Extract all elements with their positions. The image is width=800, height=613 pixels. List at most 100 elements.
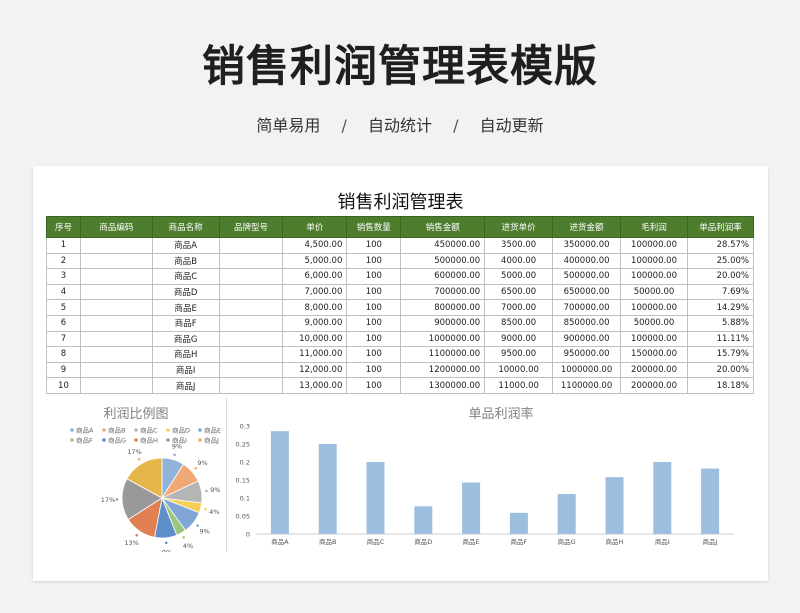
table-cell[interactable]: 200000.00 bbox=[620, 377, 688, 394]
table-cell[interactable]: 650000.00 bbox=[552, 283, 622, 301]
table-cell[interactable]: 5000.00 bbox=[484, 268, 554, 285]
table-cell[interactable]: 28.57% bbox=[687, 237, 754, 254]
table-cell[interactable]: 18.18% bbox=[687, 377, 754, 394]
table-cell[interactable]: 1300000.00 bbox=[400, 377, 486, 394]
table-cell[interactable]: 100 bbox=[346, 299, 402, 316]
table-cell[interactable]: 5,000.00 bbox=[282, 252, 348, 270]
table-cell[interactable] bbox=[79, 361, 153, 379]
table-cell[interactable]: 20.00% bbox=[687, 361, 754, 379]
table-cell[interactable]: 100000.00 bbox=[620, 299, 688, 316]
table-cell[interactable]: 商品A bbox=[151, 237, 220, 254]
table-cell[interactable]: 商品J bbox=[151, 377, 220, 394]
table-cell[interactable] bbox=[218, 299, 284, 316]
table-cell[interactable]: 14.29% bbox=[687, 299, 754, 316]
table-cell[interactable]: 350000.00 bbox=[552, 237, 622, 254]
table-cell[interactable] bbox=[218, 361, 284, 379]
table-cell[interactable]: 10,000.00 bbox=[282, 330, 348, 348]
table-cell[interactable] bbox=[79, 346, 153, 363]
table-cell[interactable]: 7 bbox=[46, 330, 81, 348]
profit-ratio-chart[interactable]: 利润比例图 商品A 商品B 商品C 商品D 商品E 商品F 商品G 商品H 商品I 商品J 9% 9% 9… bbox=[46, 398, 227, 556]
table-cell[interactable] bbox=[79, 252, 153, 270]
table-cell[interactable]: 1 bbox=[46, 237, 81, 254]
table-cell[interactable]: 13,000.00 bbox=[282, 377, 348, 394]
table-cell[interactable] bbox=[218, 252, 284, 270]
table-cell[interactable]: 800000.00 bbox=[400, 299, 486, 316]
table-cell[interactable]: 10 bbox=[46, 377, 81, 394]
table-cell[interactable]: 500000.00 bbox=[552, 268, 622, 285]
table-cell[interactable]: 3 bbox=[46, 268, 81, 285]
table-cell[interactable]: 6 bbox=[46, 314, 81, 332]
column-header[interactable]: 进货金额 bbox=[552, 216, 622, 238]
table-cell[interactable]: 商品D bbox=[151, 283, 220, 301]
table-cell[interactable]: 100 bbox=[346, 252, 402, 270]
table-cell[interactable]: 700000.00 bbox=[400, 283, 486, 301]
table-cell[interactable] bbox=[218, 377, 284, 394]
table-cell[interactable]: 100 bbox=[346, 330, 402, 348]
table-cell[interactable] bbox=[79, 283, 153, 301]
table-cell[interactable]: 1200000.00 bbox=[400, 361, 486, 379]
table-cell[interactable]: 商品G bbox=[151, 330, 220, 348]
table-cell[interactable]: 3500.00 bbox=[484, 237, 554, 254]
table-cell[interactable] bbox=[218, 237, 284, 254]
column-header[interactable]: 进货单价 bbox=[484, 216, 554, 238]
table-cell[interactable]: 900000.00 bbox=[552, 330, 622, 348]
table-cell[interactable]: 8500.00 bbox=[484, 314, 554, 332]
table-cell[interactable]: 700000.00 bbox=[552, 299, 622, 316]
column-header[interactable]: 单品利润率 bbox=[687, 216, 754, 238]
table-cell[interactable]: 100000.00 bbox=[620, 330, 688, 348]
table-cell[interactable] bbox=[79, 237, 153, 254]
column-header[interactable]: 品牌型号 bbox=[218, 216, 284, 238]
table-cell[interactable]: 50000.00 bbox=[620, 283, 688, 301]
table-cell[interactable]: 4 bbox=[46, 283, 81, 301]
table-cell[interactable]: 100000.00 bbox=[620, 252, 688, 270]
table-cell[interactable]: 5 bbox=[46, 299, 81, 316]
table-cell[interactable]: 100 bbox=[346, 377, 402, 394]
table-cell[interactable]: 商品I bbox=[151, 361, 220, 379]
table-cell[interactable]: 10000.00 bbox=[484, 361, 554, 379]
table-cell[interactable]: 100 bbox=[346, 268, 402, 285]
table-cell[interactable] bbox=[218, 283, 284, 301]
table-cell[interactable]: 6500.00 bbox=[484, 283, 554, 301]
table-cell[interactable]: 25.00% bbox=[687, 252, 754, 270]
table-cell[interactable]: 11,000.00 bbox=[282, 346, 348, 363]
table-cell[interactable]: 7,000.00 bbox=[282, 283, 348, 301]
column-header[interactable]: 商品名称 bbox=[151, 216, 220, 238]
table-cell[interactable]: 商品E bbox=[151, 299, 220, 316]
table-cell[interactable]: 100000.00 bbox=[620, 268, 688, 285]
table-cell[interactable]: 1000000.00 bbox=[400, 330, 486, 348]
column-header[interactable]: 单价 bbox=[282, 216, 348, 238]
table-cell[interactable]: 100 bbox=[346, 237, 402, 254]
table-cell[interactable]: 商品B bbox=[151, 252, 220, 270]
table-cell[interactable]: 商品F bbox=[151, 314, 220, 332]
table-cell[interactable] bbox=[218, 268, 284, 285]
table-cell[interactable] bbox=[218, 346, 284, 363]
table-cell[interactable]: 4,500.00 bbox=[282, 237, 348, 254]
unit-margin-chart[interactable]: 单品利润率 0 0.05 0.1 0.15 0.2 0.25 0.3 商品A 商品B 商品C 商品D 商… bbox=[226, 398, 754, 552]
table-cell[interactable]: 900000.00 bbox=[400, 314, 486, 332]
table-cell[interactable]: 20.00% bbox=[687, 268, 754, 285]
table-cell[interactable]: 9,000.00 bbox=[282, 314, 348, 332]
table-cell[interactable]: 11000.00 bbox=[484, 377, 554, 394]
table-cell[interactable]: 6,000.00 bbox=[282, 268, 348, 285]
table-cell[interactable]: 8 bbox=[46, 346, 81, 363]
table-cell[interactable]: 50000.00 bbox=[620, 314, 688, 332]
column-header[interactable]: 毛利润 bbox=[620, 216, 688, 238]
table-cell[interactable]: 9500.00 bbox=[484, 346, 554, 363]
table-cell[interactable]: 7.69% bbox=[687, 283, 754, 301]
table-cell[interactable] bbox=[218, 314, 284, 332]
table-cell[interactable] bbox=[79, 377, 153, 394]
table-cell[interactable]: 1000000.00 bbox=[552, 361, 622, 379]
column-header[interactable]: 商品编码 bbox=[79, 216, 153, 238]
table-cell[interactable]: 100 bbox=[346, 346, 402, 363]
table-cell[interactable]: 1100000.00 bbox=[552, 377, 622, 394]
table-cell[interactable]: 200000.00 bbox=[620, 361, 688, 379]
table-cell[interactable]: 400000.00 bbox=[552, 252, 622, 270]
table-cell[interactable]: 11.11% bbox=[687, 330, 754, 348]
column-header[interactable]: 销售金额 bbox=[400, 216, 486, 238]
table-cell[interactable] bbox=[79, 330, 153, 348]
table-cell[interactable]: 450000.00 bbox=[400, 237, 486, 254]
table-cell[interactable]: 850000.00 bbox=[552, 314, 622, 332]
table-cell[interactable]: 2 bbox=[46, 252, 81, 270]
table-cell[interactable]: 4000.00 bbox=[484, 252, 554, 270]
column-header[interactable]: 销售数量 bbox=[346, 216, 402, 238]
